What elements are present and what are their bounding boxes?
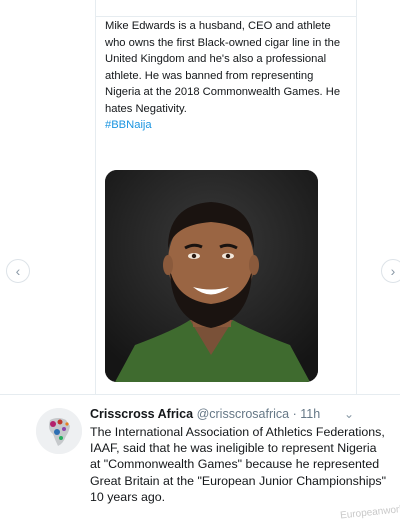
carousel-next-button[interactable]: › xyxy=(381,259,400,283)
tweet-header: Crisscross Africa @crisscrosafrica · 11h xyxy=(90,407,320,421)
tweet-timestamp[interactable]: 11h xyxy=(300,407,320,421)
carousel-prev-button[interactable]: ‹ xyxy=(6,259,30,283)
africa-map-icon xyxy=(36,408,82,454)
tweet-body: Mike Edwards is a husband, CEO and athle… xyxy=(105,20,341,115)
avatar[interactable] xyxy=(36,408,82,454)
header-separator: · xyxy=(289,407,301,421)
chevron-down-icon[interactable]: ⌄ xyxy=(344,407,354,421)
author-handle[interactable]: @crisscrosafrica xyxy=(197,407,290,421)
person-portrait-icon xyxy=(105,170,318,382)
tweet-body-crisscross: The International Association of Athleti… xyxy=(90,425,387,504)
tweet-card-mike[interactable]: Mike Edwards is a husband, CEO and athle… xyxy=(95,0,357,394)
chevron-right-icon: › xyxy=(390,263,396,279)
author-name[interactable]: Crisscross Africa xyxy=(90,407,193,421)
tweet-text: Mike Edwards is a husband, CEO and athle… xyxy=(105,18,350,134)
hashtag-link[interactable]: #BBNaija xyxy=(105,117,350,134)
chevron-left-icon: ‹ xyxy=(15,263,21,279)
tweet-photo[interactable] xyxy=(105,170,318,382)
